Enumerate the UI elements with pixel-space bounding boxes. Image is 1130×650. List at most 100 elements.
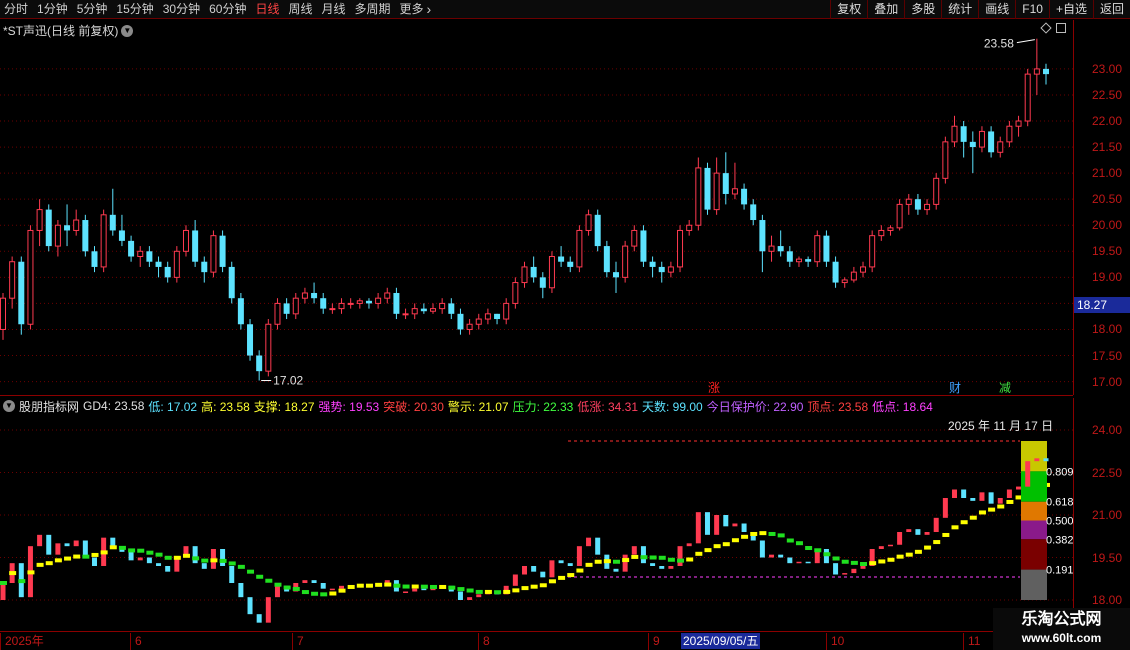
- indicator-ma-block: [695, 551, 703, 556]
- candle-body: [73, 219, 80, 231]
- indicator-bar: [952, 489, 958, 498]
- candle-body: [887, 227, 894, 231]
- indicator-ma-block: [905, 552, 913, 557]
- indicator-bar: [576, 546, 582, 566]
- indicator-bar: [256, 614, 262, 623]
- candle-body: [0, 297, 6, 330]
- candle-body: [265, 323, 272, 372]
- indicator-bar: [311, 580, 317, 583]
- candle-body: [237, 298, 244, 325]
- candle-body: [201, 261, 208, 273]
- candle-body: [969, 141, 976, 148]
- candle-body: [311, 292, 318, 299]
- indicator-bar: [595, 537, 601, 555]
- price-axis-label: 17.00: [1092, 374, 1123, 389]
- candle-body: [1015, 120, 1022, 127]
- indicator-ma-block: [0, 581, 7, 585]
- candle-body: [484, 313, 491, 320]
- candle-body: [9, 261, 16, 299]
- toolbar-button-7[interactable]: 返回: [1092, 0, 1130, 19]
- indicator-item: 天数: 99.00: [642, 399, 703, 414]
- indicator-bar: [887, 544, 893, 547]
- candle-body: [466, 323, 473, 330]
- candle-body: [878, 229, 885, 237]
- indicator-bar: [924, 532, 930, 535]
- indicator-ma-block: [741, 534, 749, 539]
- price-axis-label: 17.50: [1092, 348, 1123, 363]
- candle-body: [631, 229, 638, 247]
- candle-body: [841, 279, 848, 284]
- candle-body: [603, 246, 610, 273]
- indicator-ma-block: [988, 507, 996, 512]
- indicator-bar: [640, 546, 646, 564]
- candle-body: [210, 235, 217, 273]
- candle-body: [997, 141, 1004, 153]
- indicator-ma-block: [228, 561, 236, 566]
- indicator-bar: [787, 557, 793, 564]
- indicator-bar: [247, 597, 253, 615]
- indicator-ma-block: [795, 541, 803, 546]
- indicator-item: 强势: 19.53: [318, 399, 380, 414]
- indicator-bar: [165, 566, 171, 572]
- price-axis-label: 22.50: [1092, 87, 1123, 102]
- indicator-bar: [650, 563, 656, 566]
- indicator-ma-block: [430, 584, 438, 589]
- indicator-item: 顶点: 23.58: [807, 399, 869, 414]
- indicator-ma-block: [137, 548, 145, 553]
- indicator-bar: [741, 523, 747, 532]
- candle-body: [914, 199, 921, 210]
- indicator-bar: [64, 543, 70, 547]
- candle-body: [219, 235, 226, 267]
- date-axis-label: 9: [648, 633, 660, 650]
- candle-body: [548, 256, 555, 289]
- candle-body: [365, 300, 372, 304]
- indicator-ma-block: [484, 589, 492, 594]
- panel-separator[interactable]: [0, 395, 1073, 396]
- indicator-ma-block: [548, 579, 556, 584]
- candle-body: [951, 125, 958, 143]
- indicator-bar: [37, 534, 43, 547]
- price-axis-label: 20.00: [1092, 218, 1123, 233]
- indicator-ma-block: [887, 557, 895, 562]
- indicator-bar: [302, 580, 308, 583]
- price-axis-label: 18.00: [1092, 322, 1123, 337]
- indicator-bar: [915, 529, 921, 535]
- indicator-ma-block: [667, 557, 675, 562]
- candle-body: [1006, 125, 1013, 143]
- indicator-ma-block: [969, 515, 977, 520]
- indicator-bar: [110, 537, 116, 547]
- date-axis: 2025/09/05/五 2025年 6 7 8 9 10 11: [0, 631, 1073, 650]
- indicator-ma-block: [896, 554, 904, 559]
- candle-body: [164, 266, 171, 278]
- fib-label: 0.382: [1046, 534, 1073, 546]
- indicator-ma-block: [997, 504, 1005, 509]
- candlestick-chart[interactable]: 23.58 17.02 涨 财 减 0.809 0.618 0.500 0.382 0.191: [0, 0, 1073, 631]
- indicator-bar: [860, 566, 866, 569]
- indicator-ma-block: [841, 559, 849, 564]
- price-axis-label: 19.00: [1092, 270, 1123, 285]
- candle-body: [978, 130, 985, 148]
- indicator-ma-block: [914, 549, 922, 554]
- indicator-ma-block: [475, 589, 483, 594]
- indicator-ma-block: [768, 531, 776, 536]
- indicator-bar: [403, 591, 409, 593]
- candle-body: [411, 308, 418, 315]
- fib-label: 0.809: [1046, 466, 1073, 478]
- candle-body: [18, 261, 25, 325]
- date-axis-label: 6: [130, 633, 142, 650]
- date-axis-label: 8: [478, 633, 490, 650]
- candle-body: [448, 303, 455, 314]
- candle-body: [375, 297, 382, 304]
- candle-body: [155, 261, 162, 267]
- indicator-bar: [695, 512, 701, 544]
- indicator-ma-block: [256, 574, 264, 579]
- indicator-bar: [997, 498, 1003, 504]
- indicator-bar: [549, 560, 555, 578]
- chevron-down-icon[interactable]: ▼: [3, 400, 15, 412]
- indicator-bar: [851, 568, 857, 574]
- indicator-bar: [146, 557, 152, 564]
- indicator-bar: [586, 537, 592, 547]
- indicator-bar: [1043, 458, 1049, 462]
- indicator-ma-block: [933, 540, 941, 545]
- candle-body: [457, 313, 464, 330]
